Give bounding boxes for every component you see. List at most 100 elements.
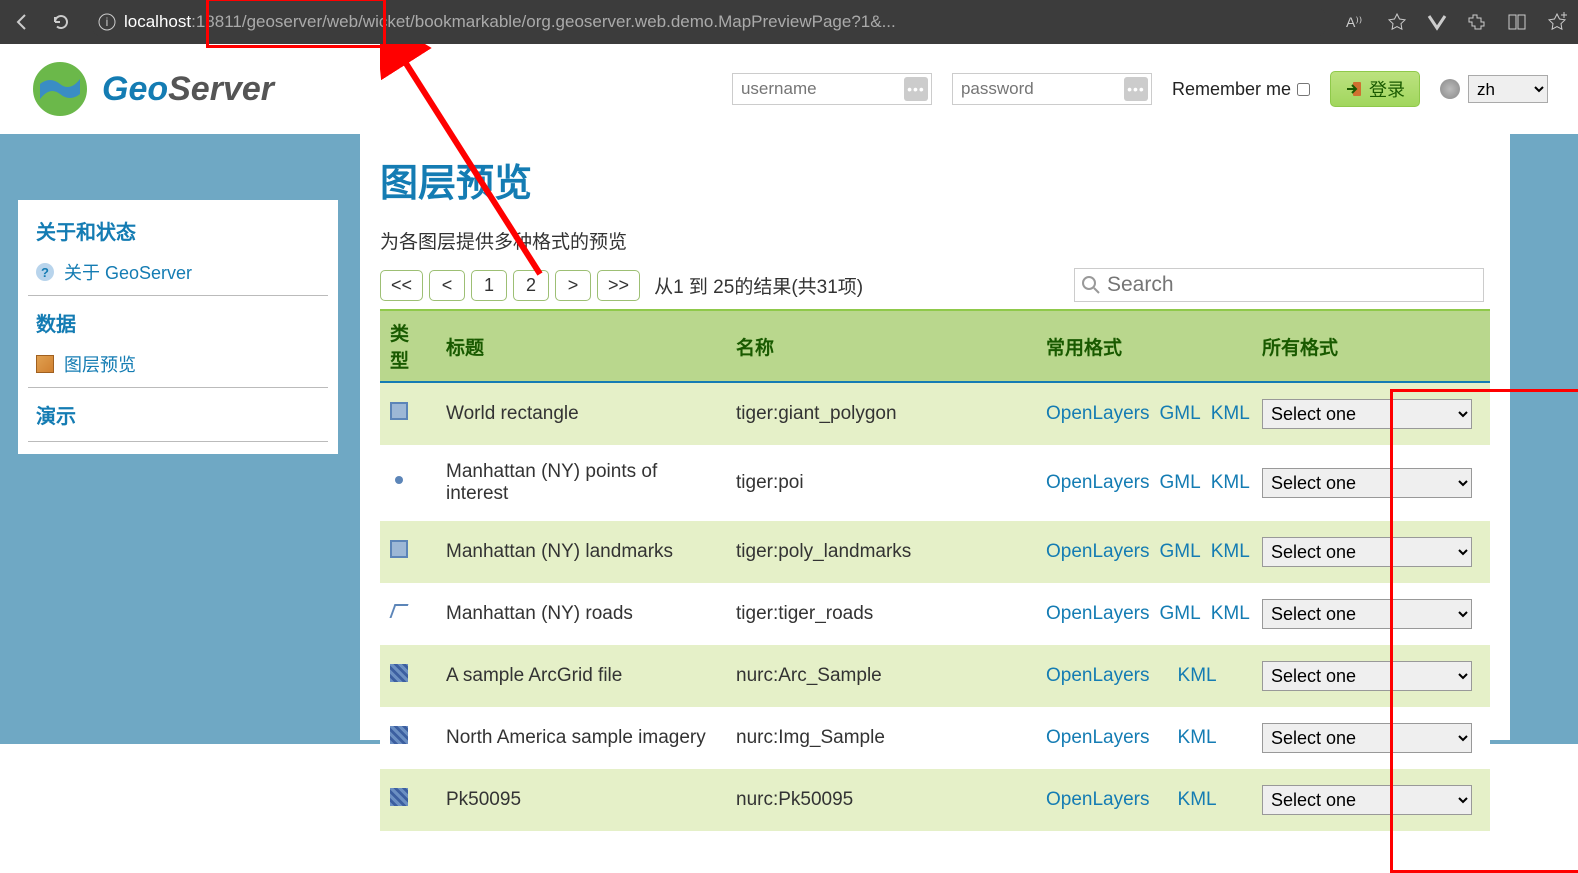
format-select[interactable]: Select one [1262,661,1472,691]
layer-name: tiger:poi [726,445,1036,521]
pager-last[interactable]: >> [597,270,640,301]
pager-next[interactable]: > [555,270,591,301]
raster-layer-icon [390,726,408,744]
openlayers-link[interactable]: OpenLayers [1046,789,1150,810]
format-select[interactable]: Select one [1262,723,1472,753]
format-select[interactable]: Select one [1262,599,1472,629]
layer-name: tiger:giant_polygon [726,382,1036,445]
url-text: localhost:18811/geoserver/web/wicket/boo… [124,12,896,32]
pager: << < 1 2 > >> 从1 到 25的结果(共31项) [380,270,1490,301]
pager-page-2[interactable]: 2 [513,270,549,301]
kml-link[interactable]: KML [1178,789,1217,810]
globe-logo-icon [30,59,90,119]
pager-first[interactable]: << [380,270,423,301]
table-row: Manhattan (NY) points of interesttiger:p… [380,445,1490,521]
common-formats: OpenLayers GML KML [1036,521,1252,583]
page-title: 图层预览 [380,152,1490,207]
help-icon: ? [36,263,54,281]
address-bar[interactable]: i localhost:18811/geoserver/web/wicket/b… [90,6,1328,38]
sidebar-group-about: 关于和状态 [18,208,338,253]
common-formats: OpenLayers KML [1036,769,1252,831]
favorite-icon[interactable] [1386,11,1408,33]
poly-layer-icon [390,540,408,558]
search-input[interactable] [1107,273,1477,297]
remember-me-label: Remember me [1172,79,1310,100]
openlayers-link[interactable]: OpenLayers [1046,727,1150,748]
openlayers-link[interactable]: OpenLayers [1046,403,1150,424]
sidebar-group-data: 数据 [18,300,338,345]
kml-link[interactable]: KML [1178,727,1217,748]
layer-name: nurc:Arc_Sample [726,645,1036,707]
openlayers-link[interactable]: OpenLayers [1046,472,1150,493]
openlayers-link[interactable]: OpenLayers [1046,603,1150,624]
back-button[interactable] [10,11,32,33]
sidebar: 关于和状态 ?关于 GeoServer 数据 图层预览 演示 [18,200,338,454]
main-panel: 图层预览 为各图层提供多种格式的预览 << < 1 2 > >> 从1 到 25… [360,134,1510,740]
format-select[interactable]: Select one [1262,399,1472,429]
svg-text:A⁾⁾: A⁾⁾ [1346,14,1362,30]
kml-link[interactable]: KML [1211,472,1250,493]
svg-text:i: i [106,15,109,29]
pager-prev[interactable]: < [429,270,465,301]
v-icon[interactable] [1426,11,1448,33]
kml-link[interactable]: KML [1211,403,1250,424]
app-header: GeoServer ••• ••• Remember me 登录 zh [0,44,1578,134]
layer-name: nurc:Pk50095 [726,769,1036,831]
openlayers-link[interactable]: OpenLayers [1046,665,1150,686]
format-select[interactable]: Select one [1262,785,1472,815]
sidebar-item-about-geoserver[interactable]: ?关于 GeoServer [18,253,338,291]
read-aloud-icon[interactable]: A⁾⁾ [1346,11,1368,33]
extensions-icon[interactable] [1466,11,1488,33]
info-icon: i [98,13,116,31]
openlayers-link[interactable]: OpenLayers [1046,541,1150,562]
layer-title: A sample ArcGrid file [436,645,726,707]
kml-link[interactable]: KML [1211,603,1250,624]
common-formats: OpenLayers GML KML [1036,583,1252,645]
username-input[interactable] [732,73,932,105]
gml-link[interactable]: GML [1160,472,1201,493]
search-icon [1081,275,1101,295]
layer-table: 类型 标题 名称 常用格式 所有格式 World rectangletiger:… [380,309,1490,831]
layers-icon [36,355,54,373]
layer-title: Pk50095 [436,769,726,831]
gml-link[interactable]: GML [1160,541,1201,562]
password-input[interactable] [952,73,1152,105]
col-all[interactable]: 所有格式 [1252,310,1490,382]
table-row: Pk50095nurc:Pk50095 OpenLayers KML Select o… [380,769,1490,831]
gml-link[interactable]: GML [1160,403,1201,424]
logo-text: GeoServer [102,70,274,109]
page-subtitle: 为各图层提供多种格式的预览 [380,227,1490,254]
kml-link[interactable]: KML [1178,665,1217,686]
layer-title: World rectangle [436,382,726,445]
browser-bar: i localhost:18811/geoserver/web/wicket/b… [0,0,1578,44]
common-formats: OpenLayers KML [1036,645,1252,707]
globe-icon [1440,79,1460,99]
layer-title: Manhattan (NY) roads [436,583,726,645]
kml-link[interactable]: KML [1211,541,1250,562]
geoserver-logo[interactable]: GeoServer [30,59,274,119]
table-row: A sample ArcGrid filenurc:Arc_SampleOpen… [380,645,1490,707]
gml-link[interactable]: GML [1160,603,1201,624]
layer-title: Manhattan (NY) landmarks [436,521,726,583]
col-name[interactable]: 名称 [726,310,1036,382]
common-formats: OpenLayers KML [1036,707,1252,769]
language-picker: zh [1440,75,1548,103]
table-row: Manhattan (NY) landmarkstiger:poly_landm… [380,521,1490,583]
language-select[interactable]: zh [1468,75,1548,103]
autofill-icon[interactable]: ••• [904,77,928,101]
pager-page-1[interactable]: 1 [471,270,507,301]
collections-icon[interactable] [1546,11,1568,33]
remember-me-checkbox[interactable] [1297,83,1310,96]
format-select[interactable]: Select one [1262,537,1472,567]
raster-layer-icon [390,664,408,682]
col-type[interactable]: 类型 [380,310,436,382]
login-button[interactable]: 登录 [1330,71,1420,107]
sidebar-item-layer-preview[interactable]: 图层预览 [18,345,338,383]
format-select[interactable]: Select one [1262,468,1472,498]
autofill-icon[interactable]: ••• [1124,77,1148,101]
col-title[interactable]: 标题 [436,310,726,382]
refresh-button[interactable] [50,11,72,33]
search-box[interactable] [1074,268,1484,302]
col-common[interactable]: 常用格式 [1036,310,1252,382]
split-icon[interactable] [1506,11,1528,33]
